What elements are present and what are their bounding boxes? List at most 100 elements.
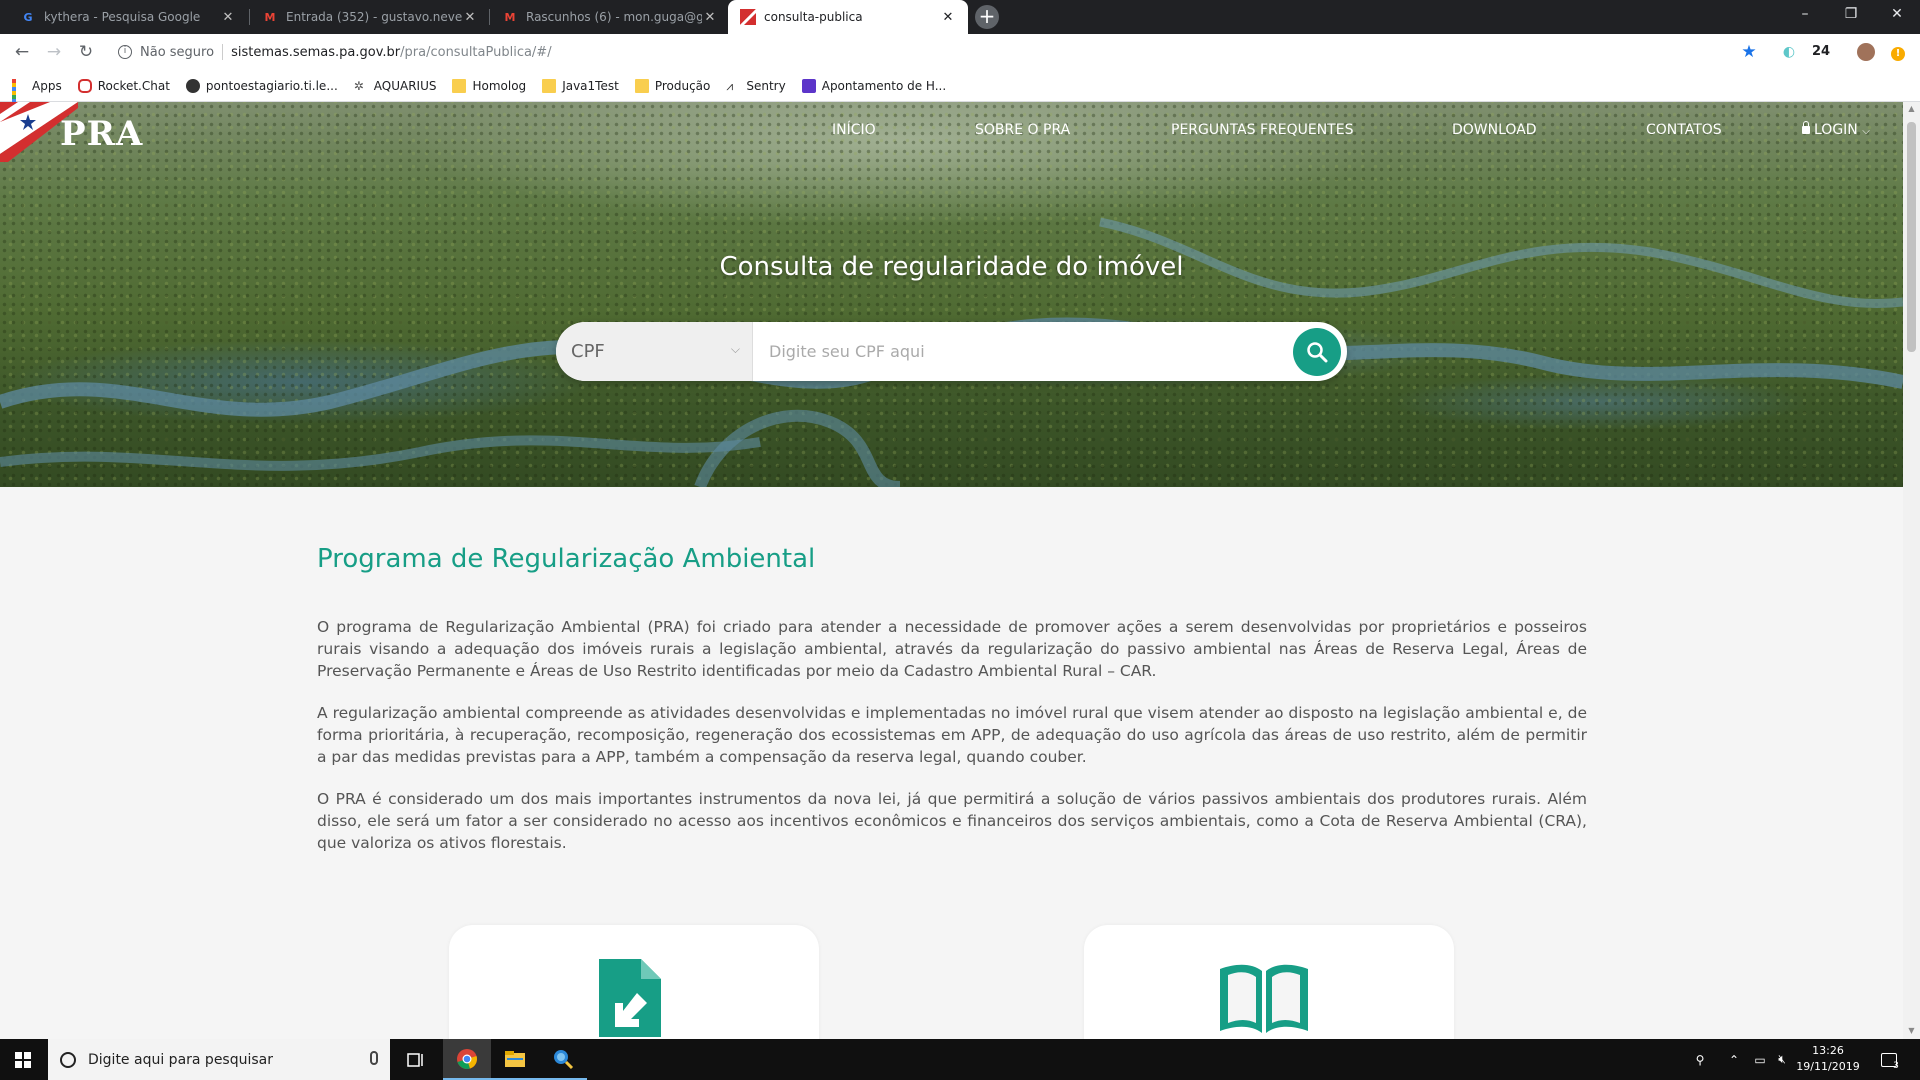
bookmark-producao[interactable]: Produção	[634, 78, 711, 93]
microphone-icon[interactable]	[370, 1051, 378, 1065]
chevron-down-icon: ⌵	[1862, 126, 1870, 137]
tab-gmail-drafts[interactable]: M Rascunhos (6) - mon.guga@gma ✕	[490, 0, 730, 34]
divider	[222, 44, 224, 60]
lock-icon	[1802, 121, 1810, 134]
paragraph-regularizacao: A regularização ambiental compreende as …	[317, 704, 1587, 766]
chevron-up-icon[interactable]: ⌃	[1724, 1039, 1744, 1080]
bookmark-label: Java1Test	[562, 78, 619, 93]
url-path: /pra/consultaPublica/#/	[400, 44, 552, 60]
login-label: LOGIN	[1814, 122, 1858, 138]
taskbar-search-app[interactable]	[539, 1039, 587, 1080]
network-icon[interactable]: ▭	[1748, 1039, 1772, 1080]
scroll-down-icon[interactable]: ▼	[1907, 1026, 1916, 1035]
hero-title: Consulta de regularidade do imóvel	[719, 252, 1184, 282]
info-icon[interactable]: i	[118, 45, 132, 59]
extension-icon[interactable]: ◐	[1778, 40, 1800, 64]
bookmark-label: pontoestagiario.ti.le...	[205, 78, 338, 93]
card-download[interactable]	[449, 925, 819, 1039]
cpf-input[interactable]	[753, 322, 1293, 381]
restore-button[interactable]: ❐	[1828, 0, 1874, 30]
tab-consulta-publica[interactable]: consulta-publica ✕	[728, 0, 968, 34]
taskbar-clock[interactable]: 13:26 19/11/2019	[1788, 1043, 1868, 1075]
new-tab-button[interactable]: +	[975, 5, 999, 29]
taskbar-file-explorer[interactable]	[491, 1039, 539, 1080]
reload-button[interactable]: ↻	[74, 40, 98, 64]
tab-google-search[interactable]: G kythera - Pesquisa Google ✕	[8, 0, 248, 34]
bookmark-apps[interactable]: Apps	[12, 78, 62, 115]
update-alert-icon[interactable]: !	[1886, 40, 1910, 64]
gmail-icon: M	[504, 10, 516, 24]
apps-grid-icon	[12, 78, 26, 115]
close-window-button[interactable]: ✕	[1874, 0, 1920, 30]
close-icon[interactable]: ✕	[462, 10, 478, 25]
close-icon[interactable]: ✕	[940, 10, 956, 25]
tab-title: Entrada (352) - gustavo.neves.le	[286, 10, 462, 24]
chevron-down-icon: ⌵	[730, 342, 740, 356]
close-icon[interactable]: ✕	[220, 10, 236, 25]
tab-title: consulta-publica	[764, 10, 863, 24]
river-illustration	[0, 217, 1903, 487]
search-icon	[1307, 341, 1328, 362]
search-button[interactable]	[1293, 327, 1341, 376]
taskbar-search[interactable]: Digite aqui para pesquisar	[48, 1039, 390, 1080]
google-icon: G	[23, 10, 33, 24]
task-view-icon	[407, 1052, 423, 1067]
nav-perguntas[interactable]: PERGUNTAS FREQUENTES	[1171, 122, 1353, 138]
bookmark-aquarius[interactable]: ✲ AQUARIUS	[354, 79, 437, 93]
bookmark-sentry[interactable]: ⩘ Sentry	[726, 79, 785, 93]
section-title: Programa de Regularização Ambiental	[317, 544, 816, 574]
bookmark-label: Apontamento de H...	[821, 78, 947, 93]
folder-icon	[634, 78, 649, 93]
bookmark-pontoestagiario[interactable]: pontoestagiario.ti.le...	[185, 78, 338, 93]
sentry-icon: ⩘	[726, 78, 734, 93]
notifications-count: 3	[1893, 1060, 1899, 1071]
security-label: Não seguro	[140, 44, 215, 60]
page-scrollbar[interactable]: ▲ ▼	[1903, 102, 1920, 1039]
bookmark-rocketchat[interactable]: Rocket.Chat	[77, 78, 170, 93]
scroll-thumb[interactable]	[1907, 122, 1916, 352]
paragraph-intro: O programa de Regularização Ambiental (P…	[317, 618, 1587, 680]
folder-icon	[505, 1050, 525, 1067]
bookmarks-bar: Apps Rocket.Chat pontoestagiario.ti.le..…	[0, 70, 1920, 115]
book-icon	[1220, 964, 1308, 1033]
people-icon[interactable]: ⚲	[1686, 1039, 1714, 1080]
bookmark-label: Produção	[654, 78, 711, 93]
bookmark-homolog[interactable]: Homolog	[452, 78, 527, 93]
task-view-button[interactable]	[392, 1039, 440, 1080]
nav-inicio[interactable]: INÍCIO	[832, 122, 876, 138]
nav-download[interactable]: DOWNLOAD	[1452, 122, 1537, 138]
paragraph-importancia: O PRA é considerado um dos mais importan…	[317, 790, 1587, 852]
chrome-icon	[457, 1048, 477, 1069]
bookmark-label: Rocket.Chat	[97, 78, 170, 93]
document-type-select[interactable]: CPF ⌵	[556, 322, 753, 381]
tab-title: Rascunhos (6) - mon.guga@gma	[526, 10, 702, 24]
notifications-button[interactable]: 3	[1872, 1039, 1912, 1080]
url-host: sistemas.semas.pa.gov.br	[231, 44, 401, 60]
globe-icon	[185, 78, 200, 93]
close-icon[interactable]: ✕	[702, 10, 718, 25]
bookmark-label: Homolog	[472, 78, 527, 93]
nav-login[interactable]: LOGIN ⌵	[1802, 121, 1870, 138]
extension-badge[interactable]: 24	[1808, 40, 1834, 64]
page-viewport: PRA INÍCIO SOBRE O PRA PERGUNTAS FREQUEN…	[0, 102, 1920, 1039]
nav-contatos[interactable]: CONTATOS	[1646, 122, 1722, 138]
tab-gmail-inbox[interactable]: M Entrada (352) - gustavo.neves.le ✕	[250, 0, 490, 34]
hero-banner: PRA INÍCIO SOBRE O PRA PERGUNTAS FREQUEN…	[0, 102, 1903, 487]
back-button[interactable]: ←	[10, 40, 34, 64]
windows-taskbar: Digite aqui para pesquisar ⚲ ⌃ ▭ 🔇︎ 13:2…	[0, 1039, 1920, 1080]
bookmark-label: AQUARIUS	[373, 78, 437, 93]
taskbar-chrome[interactable]	[443, 1039, 491, 1080]
profile-avatar[interactable]	[1854, 40, 1878, 64]
bookmark-apontamento[interactable]: Apontamento de H...	[801, 78, 947, 93]
address-bar[interactable]: i Não seguro sistemas.semas.pa.gov.br/pr…	[108, 39, 1738, 65]
card-manual[interactable]	[1084, 925, 1454, 1039]
star-bookmark-icon[interactable]: ★	[1738, 40, 1760, 64]
taskbar-search-placeholder: Digite aqui para pesquisar	[88, 1051, 274, 1068]
nav-sobre[interactable]: SOBRE O PRA	[975, 122, 1070, 138]
scroll-up-icon[interactable]: ▲	[1907, 104, 1916, 113]
minimize-button[interactable]: –	[1782, 0, 1828, 30]
start-button[interactable]	[0, 1039, 46, 1080]
folder-icon	[452, 78, 467, 93]
bookmark-java1test[interactable]: Java1Test	[542, 78, 619, 93]
forward-button[interactable]: →	[42, 40, 66, 64]
